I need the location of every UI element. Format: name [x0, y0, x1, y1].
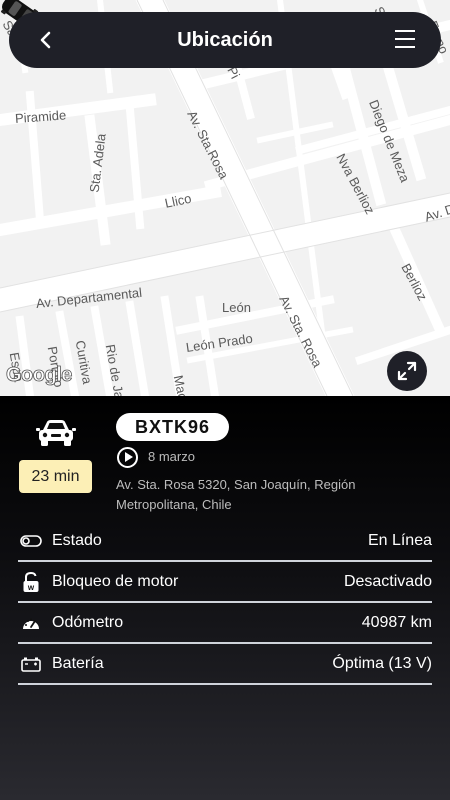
detail-value: Óptima (13 V): [332, 655, 432, 672]
license-plate-badge: BXTK96: [116, 413, 230, 441]
car-front-icon: [36, 420, 76, 446]
google-logo: Google: [6, 364, 73, 387]
detail-label: Odómetro: [52, 614, 124, 631]
detail-label: Estado: [52, 532, 102, 549]
unlock-icon: w: [20, 571, 42, 593]
svg-text:w: w: [27, 583, 35, 592]
speedometer-icon: [20, 612, 42, 634]
vehicle-info-panel: 23 min BXTK96 8 marzo Av. Sta. Rosa 5320…: [0, 396, 450, 800]
detail-row-bateria: Batería Óptima (13 V): [18, 645, 432, 685]
street-label: León: [222, 300, 251, 315]
expand-map-button[interactable]: [387, 351, 427, 391]
detail-value: Desactivado: [343, 573, 432, 590]
map-view[interactable]: Piramide Sta. Adela Llico Av. Sta.Rosa A…: [0, 0, 450, 396]
detail-value: 40987 km: [361, 614, 432, 631]
hamburger-menu-icon: [395, 30, 415, 48]
detail-value: En Línea: [367, 532, 432, 549]
battery-icon: [20, 653, 42, 675]
menu-button[interactable]: [395, 30, 415, 50]
detail-label: Batería: [52, 655, 104, 672]
play-circle-icon[interactable]: [117, 447, 138, 468]
chevron-left-icon: [40, 31, 51, 49]
top-app-bar: Ubicación: [9, 12, 441, 68]
expand-icon: [397, 361, 417, 381]
detail-row-bloqueo-motor[interactable]: w Bloqueo de motor Desactivado: [18, 563, 432, 603]
address-text: Av. Sta. Rosa 5320, San Joaquín, Región …: [116, 477, 356, 512]
eta-badge: 23 min: [19, 460, 92, 493]
date-label: 8 marzo: [148, 449, 195, 464]
page-title: Ubicación: [177, 28, 273, 51]
detail-row-odometro: Odómetro 40987 km: [18, 604, 432, 644]
detail-label: Bloqueo de motor: [52, 573, 179, 590]
detail-row-estado: Estado En Línea: [18, 522, 432, 562]
back-button[interactable]: [31, 25, 61, 55]
toggle-icon: [20, 530, 42, 552]
